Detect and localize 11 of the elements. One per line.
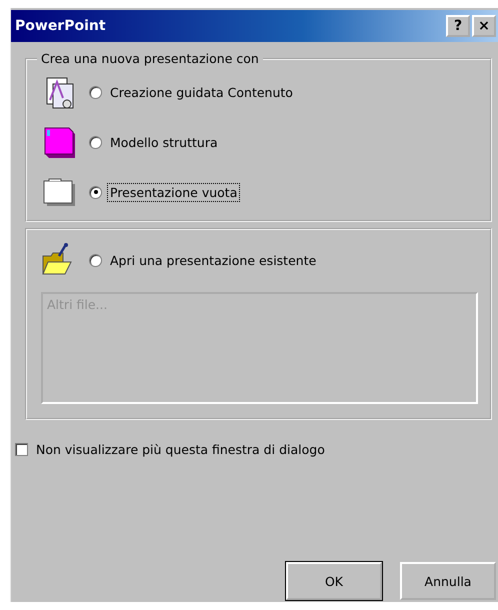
radio-button[interactable]: Apri una presentazione esistente (89, 252, 318, 268)
radio-button[interactable]: Modello struttura (89, 134, 220, 150)
group-caption: Crea una nuova presentazione con (37, 51, 263, 66)
checkbox[interactable]: Non visualizzare più questa finestra di dialogo (15, 442, 498, 457)
cancel-button[interactable]: Annulla (400, 562, 496, 600)
radio-button[interactable]: Creazione guidata Contenuto (89, 84, 295, 100)
help-button[interactable]: ? (446, 15, 470, 37)
window-title: PowerPoint (15, 18, 107, 34)
ok-button[interactable]: OK (286, 562, 382, 600)
close-button[interactable]: × (472, 15, 496, 37)
radio-button[interactable]: Presentazione vuota (89, 184, 240, 200)
